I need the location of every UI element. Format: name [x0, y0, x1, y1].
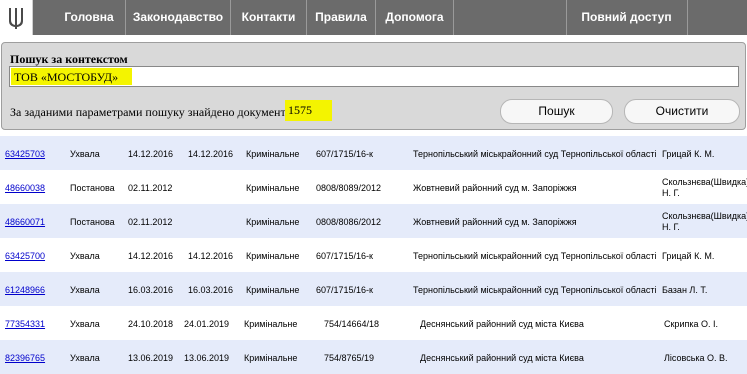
decision-date: 16.03.2016 [128, 285, 174, 295]
decision-date: 02.11.2012 [128, 217, 173, 227]
case-category: Кримінальне [246, 149, 300, 159]
case-category: Кримінальне [246, 251, 300, 261]
case-category: Кримінальне [244, 319, 298, 329]
document-type: Ухвала [70, 251, 100, 261]
table-row: 48660071 Постанова 02.11.2012 Кримінальн… [0, 204, 747, 238]
case-number: 0808/8086/2012 [316, 217, 382, 227]
document-type: Постанова [70, 183, 115, 193]
decision-date: 02.11.2012 [128, 183, 173, 193]
case-number: 754/14664/18 [324, 319, 380, 329]
court-name: Тернопільський міськрайонний суд Тернопі… [413, 149, 657, 159]
search-input[interactable] [9, 66, 739, 87]
table-row: 61248966 Ухвала 16.03.2016 16.03.2016 Кр… [0, 272, 747, 306]
search-button[interactable]: Пошук [500, 99, 613, 124]
decision-date: 13.06.2019 [128, 353, 174, 363]
table-row: 63425703 Ухвала 14.12.2016 14.12.2016 Кр… [0, 136, 747, 170]
document-id-link[interactable]: 48660038 [5, 183, 45, 193]
registration-date: 13.06.2019 [184, 353, 230, 363]
search-panel: Пошук за контекстом ТОВ «МОСТОБУД» За за… [1, 42, 746, 130]
document-id-link[interactable]: 82396765 [5, 353, 45, 363]
registration-date: 24.01.2019 [184, 319, 230, 329]
case-category: Кримінальне [246, 183, 300, 193]
document-type: Ухвала [70, 353, 100, 363]
search-label: Пошук за контекстом [10, 52, 128, 66]
decision-date: 14.12.2016 [128, 251, 174, 261]
nav-item-help[interactable]: Допомога [376, 0, 454, 35]
document-id-link[interactable]: 48660071 [5, 217, 45, 227]
document-id-link[interactable]: 77354331 [5, 319, 45, 329]
court-name: Тернопільський міськрайонний суд Тернопі… [413, 251, 657, 261]
document-type: Ухвала [70, 285, 100, 295]
document-type: Ухвала [70, 319, 100, 329]
judge-name: Скрипка О. І. [664, 319, 718, 329]
judge-name: Скользнєва(Швидка) Н. Г. [662, 211, 747, 232]
document-id-link[interactable]: 63425700 [5, 251, 45, 261]
judge-name: Грицай К. М. [662, 149, 715, 159]
table-row: 77354331 Ухвала 24.10.2018 24.01.2019 Кр… [0, 306, 747, 340]
top-nav: Головна Законодавство Контакти Правила Д… [0, 0, 747, 35]
case-number: 607/1715/16-к [316, 285, 373, 295]
judge-name: Базан Л. Т. [662, 285, 708, 295]
court-name: Деснянський районний суд міста Києва [420, 353, 584, 363]
table-row: 82396765 Ухвала 13.06.2019 13.06.2019 Кр… [0, 340, 747, 374]
case-number: 607/1715/16-к [316, 251, 373, 261]
nav-item-rules[interactable]: Правила [307, 0, 376, 35]
clear-button[interactable]: Очистити [624, 99, 740, 124]
table-row: 63425700 Ухвала 14.12.2016 14.12.2016 Кр… [0, 238, 747, 272]
case-number: 607/1715/16-к [316, 149, 373, 159]
court-name: Жовтневий районний суд м. Запоріжжя [413, 183, 577, 193]
case-number: 0808/8089/2012 [316, 183, 382, 193]
nav-item-full-access[interactable]: Повний доступ [566, 0, 688, 35]
registration-date: 16.03.2016 [188, 285, 234, 295]
document-type: Постанова [70, 217, 115, 227]
trident-logo-icon[interactable] [0, 0, 33, 35]
nav-item-home[interactable]: Головна [53, 0, 126, 35]
nav-item-legislation[interactable]: Законодавство [126, 0, 231, 35]
nav-item-contacts[interactable]: Контакти [231, 0, 307, 35]
document-id-link[interactable]: 61248966 [5, 285, 45, 295]
result-count-label: За заданими параметрами пошуку знайдено … [10, 105, 299, 119]
registration-date: 14.12.2016 [188, 251, 234, 261]
document-id-link[interactable]: 63425703 [5, 149, 45, 159]
court-name: Деснянський районний суд міста Києва [420, 319, 584, 329]
court-name: Тернопільський міськрайонний суд Тернопі… [413, 285, 657, 295]
case-number: 754/8765/19 [324, 353, 375, 363]
judge-name: Лісовська О. В. [664, 353, 728, 363]
registration-date: 14.12.2016 [188, 149, 234, 159]
result-count-value: 1575 [285, 100, 332, 121]
court-name: Жовтневий районний суд м. Запоріжжя [413, 217, 577, 227]
document-type: Ухвала [70, 149, 100, 159]
case-category: Кримінальне [246, 285, 300, 295]
table-row: 48660038 Постанова 02.11.2012 Кримінальн… [0, 170, 747, 204]
judge-name: Скользнєва(Швидка) Н. Г. [662, 177, 747, 198]
decision-date: 24.10.2018 [128, 319, 174, 329]
judge-name: Грицай К. М. [662, 251, 715, 261]
case-category: Кримінальне [244, 353, 298, 363]
case-category: Кримінальне [246, 217, 300, 227]
decision-date: 14.12.2016 [128, 149, 174, 159]
